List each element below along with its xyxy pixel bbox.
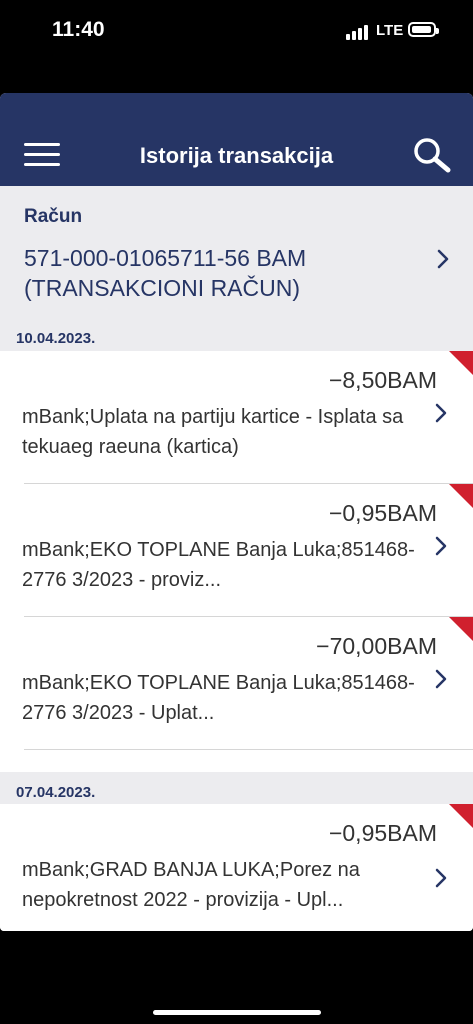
signal-icon	[346, 24, 370, 40]
transaction-amount: −70,00BAM	[316, 633, 437, 659]
transaction-amount: −0,95BAM	[328, 500, 437, 526]
account-label: Račun	[24, 206, 83, 227]
list-spacer	[0, 750, 473, 772]
unread-flag	[449, 484, 473, 508]
date-label: 10.04.2023.	[16, 330, 96, 347]
network-type: LTE	[376, 22, 404, 39]
transaction-description: mBank;Uplata na partiju kartice - Isplat…	[22, 406, 404, 458]
battery-icon	[408, 22, 439, 37]
transaction-amount: −8,50BAM	[328, 367, 437, 393]
home-indicator[interactable]	[153, 1010, 321, 1015]
transaction-row[interactable]: −0,95BAM mBank;EKO TOPLANE Banja Luka;85…	[0, 484, 473, 617]
unread-flag	[449, 804, 473, 828]
transaction-description: mBank;GRAD BANJA LUKA;Porez na nepokretn…	[22, 859, 360, 911]
account-selector[interactable]: Račun 571-000-01065711-56 BAM (TRANSAKCI…	[0, 186, 473, 323]
page-title: Istorija transakcija	[139, 143, 334, 168]
chevron-right-icon	[435, 536, 447, 556]
app-screen: Istorija transakcija Račun 571-000-01065…	[0, 93, 473, 931]
status-time: 11:40	[52, 18, 105, 41]
transaction-row[interactable]: −0,95BAM mBank;GRAD BANJA LUKA;Porez na …	[0, 804, 473, 931]
transaction-description: mBank;EKO TOPLANE Banja Luka;851468-2776…	[22, 672, 415, 724]
date-label: 07.04.2023.	[16, 784, 96, 801]
account-number: 571-000-01065711-56 BAM (TRANSAKCIONI RA…	[24, 245, 307, 301]
search-icon[interactable]	[412, 137, 452, 173]
chevron-right-icon	[437, 249, 449, 269]
chevron-right-icon	[435, 868, 447, 888]
transaction-row[interactable]: −8,50BAM mBank;Uplata na partiju kartice…	[0, 351, 473, 484]
app-header: Istorija transakcija	[0, 93, 473, 186]
transaction-row[interactable]: −70,00BAM mBank;EKO TOPLANE Banja Luka;8…	[0, 617, 473, 750]
transaction-amount: −0,95BAM	[328, 820, 437, 846]
chevron-right-icon	[435, 669, 447, 689]
date-header: 07.04.2023.	[0, 772, 473, 804]
date-header: 10.04.2023.	[0, 323, 473, 351]
unread-flag	[449, 617, 473, 641]
unread-flag	[449, 351, 473, 375]
status-bar: 11:40 LTE	[0, 0, 473, 62]
chevron-right-icon	[435, 403, 447, 423]
transaction-description: mBank;EKO TOPLANE Banja Luka;851468-2776…	[22, 539, 415, 591]
